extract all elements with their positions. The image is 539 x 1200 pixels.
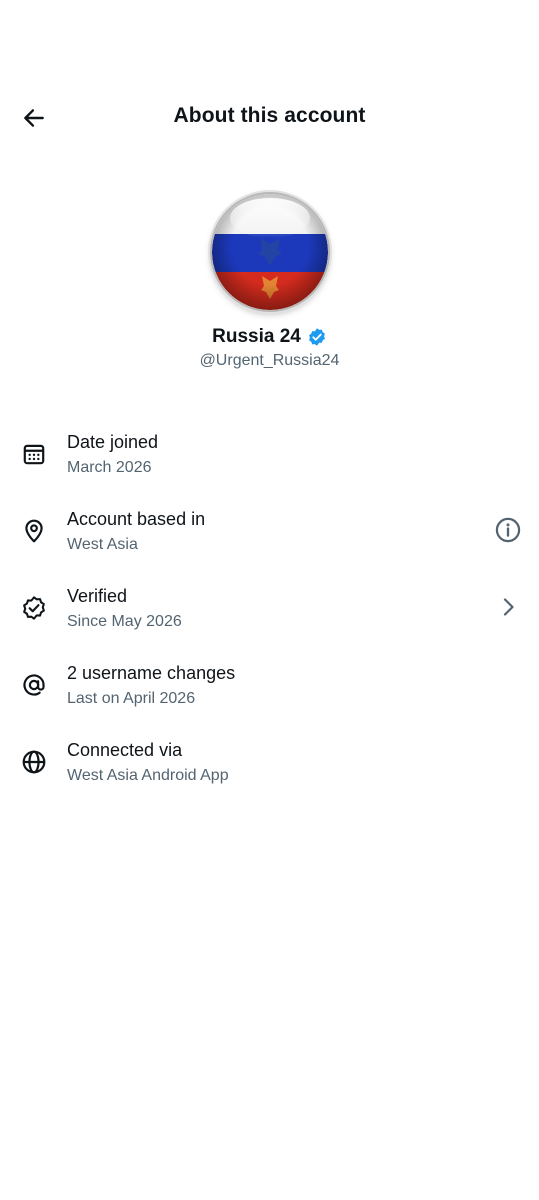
page-title: About this account — [173, 104, 366, 127]
account-based-in-text: Account based in West Asia — [67, 507, 205, 556]
avatar[interactable] — [211, 194, 328, 310]
top-bar: About this account — [0, 88, 539, 148]
username-changes-value: Last on April 2026 — [67, 690, 196, 707]
username-changes-label: 2 username changes — [67, 663, 236, 683]
list-item-username-changes: 2 username changes Last on April 2026 — [0, 647, 539, 724]
account-based-in-value: West Asia — [67, 536, 138, 553]
verified-badge-icon — [18, 592, 50, 624]
date-joined-text: Date joined March 2026 — [67, 430, 158, 479]
list-item-verified[interactable]: Verified Since May 2026 — [0, 570, 539, 647]
username-changes-text: 2 username changes Last on April 2026 — [67, 661, 235, 710]
info-button[interactable] — [491, 513, 525, 547]
verified-text: Verified Since May 2026 — [67, 584, 182, 633]
date-joined-value: March 2026 — [67, 459, 152, 476]
date-joined-label: Date joined — [67, 432, 159, 452]
name-row: Russia 24 — [0, 326, 539, 348]
connected-via-label: Connected via — [67, 740, 183, 760]
list-item-date-joined: Date joined March 2026 — [0, 416, 539, 493]
location-pin-icon — [18, 515, 50, 547]
display-name: Russia 24 — [212, 326, 301, 347]
verified-value: Since May 2026 — [67, 613, 182, 630]
account-info-list: Date joined March 2026 Account based in … — [0, 416, 539, 801]
username-handle: @Urgent_Russia24 — [199, 352, 340, 369]
verified-check-icon — [308, 328, 325, 346]
connected-via-text: Connected via West Asia Android App — [67, 738, 229, 787]
profile-summary: Russia 24 @Urgent_Russia24 — [0, 194, 539, 370]
list-item-account-based-in: Account based in West Asia — [0, 493, 539, 570]
chevron-right-icon — [503, 598, 514, 616]
list-item-connected-via: Connected via West Asia Android App — [0, 724, 539, 801]
flag-orb-image — [211, 194, 328, 310]
info-circle-icon — [495, 517, 521, 543]
globe-icon — [18, 746, 50, 778]
calendar-icon — [18, 438, 50, 470]
at-sign-icon — [18, 669, 50, 701]
connected-via-value: West Asia Android App — [67, 767, 229, 784]
verified-detail-button[interactable] — [491, 590, 525, 624]
verified-label: Verified — [67, 586, 128, 606]
account-based-in-label: Account based in — [67, 509, 206, 529]
